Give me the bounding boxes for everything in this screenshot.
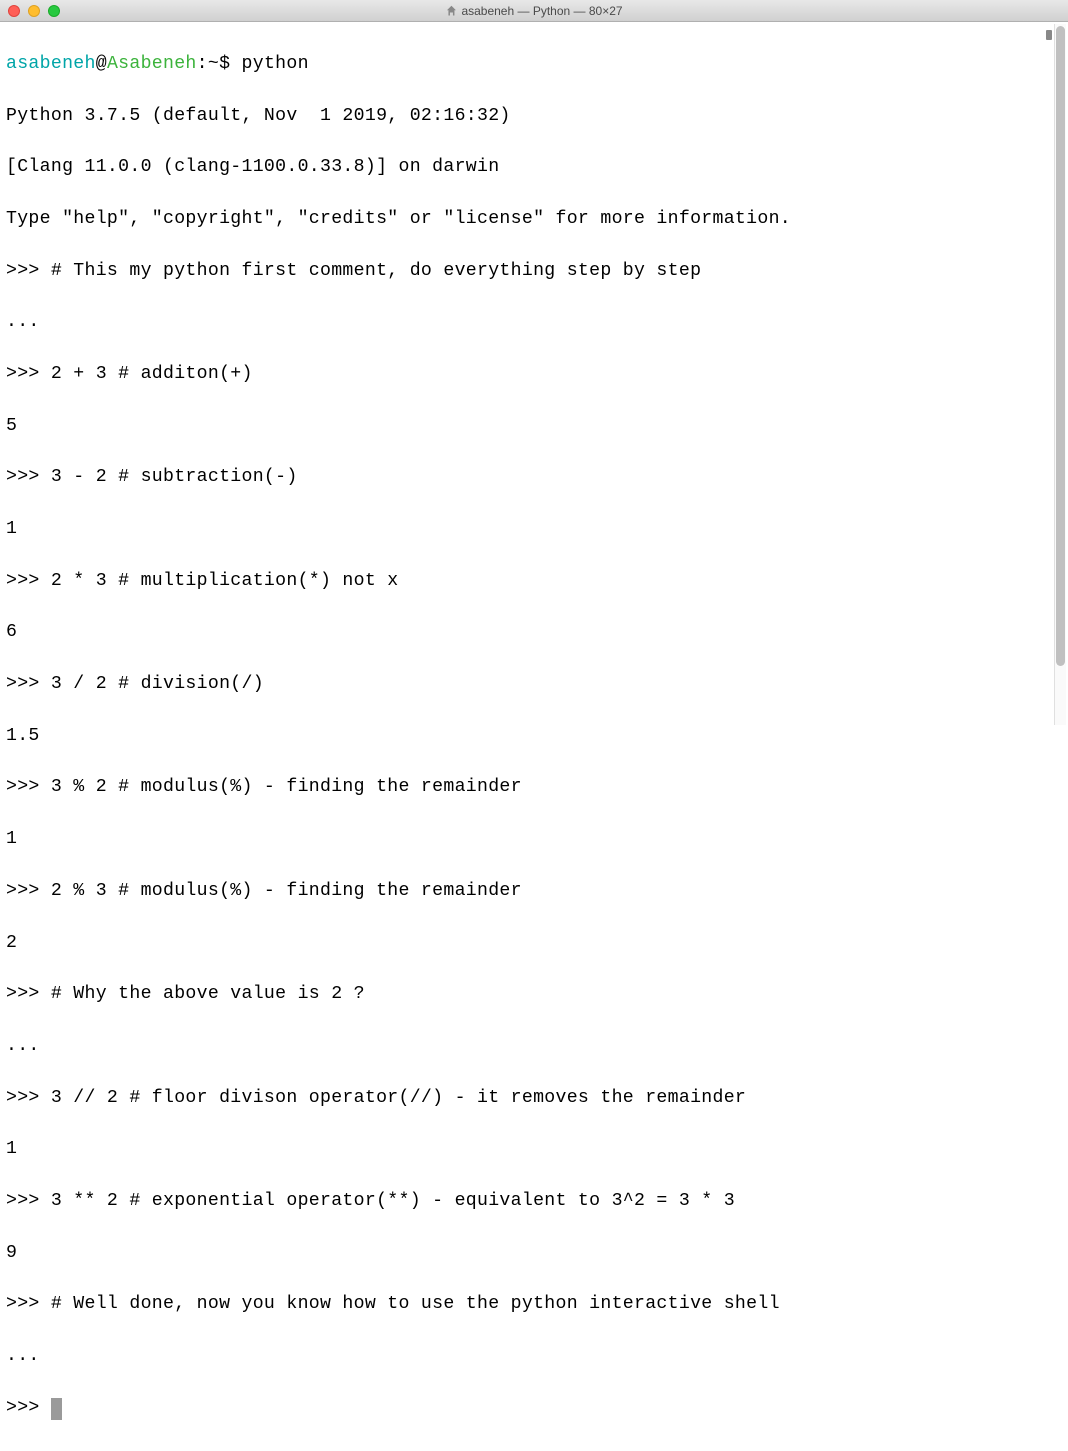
repl-line: >>> # This my python first comment, do e… xyxy=(6,259,1062,285)
repl-line: >>> # Well done, now you know how to use… xyxy=(6,1292,1062,1318)
traffic-lights xyxy=(0,5,60,17)
repl-result: 1 xyxy=(6,1137,1062,1163)
repl-prompt-current[interactable]: >>> xyxy=(6,1396,1062,1422)
scrollbar[interactable] xyxy=(1054,24,1066,725)
titlebar: asabeneh — Python — 80×27 xyxy=(0,0,1068,22)
repl-line: ... xyxy=(6,310,1062,336)
repl-result: 1.5 xyxy=(6,724,1062,750)
scroll-indicator xyxy=(1046,30,1052,40)
maximize-button[interactable] xyxy=(48,5,60,17)
output-line: Python 3.7.5 (default, Nov 1 2019, 02:16… xyxy=(6,104,1062,130)
repl-line: >>> 3 // 2 # floor divison operator(//) … xyxy=(6,1086,1062,1112)
repl-result: 2 xyxy=(6,931,1062,957)
repl-prompt-text: >>> xyxy=(6,1398,51,1418)
repl-result: 5 xyxy=(6,414,1062,440)
output-line: [Clang 11.0.0 (clang-1100.0.33.8)] on da… xyxy=(6,155,1062,181)
repl-line: >>> 3 % 2 # modulus(%) - finding the rem… xyxy=(6,775,1062,801)
prompt-command: python xyxy=(242,54,309,74)
home-icon xyxy=(445,5,457,17)
minimize-button[interactable] xyxy=(28,5,40,17)
repl-line: >>> 3 ** 2 # exponential operator(**) - … xyxy=(6,1189,1062,1215)
repl-line: >>> 3 - 2 # subtraction(-) xyxy=(6,465,1062,491)
prompt-colon: : xyxy=(197,54,208,74)
prompt-line: asabeneh@Asabeneh:~$ python xyxy=(6,52,1062,78)
repl-line: >>> 3 / 2 # division(/) xyxy=(6,672,1062,698)
repl-line: >>> 2 + 3 # additon(+) xyxy=(6,362,1062,388)
repl-result: 9 xyxy=(6,1241,1062,1267)
repl-line: ... xyxy=(6,1344,1062,1370)
terminal-content[interactable]: asabeneh@Asabeneh:~$ python Python 3.7.5… xyxy=(0,22,1068,1451)
repl-line: ... xyxy=(6,1034,1062,1060)
scrollbar-thumb[interactable] xyxy=(1056,26,1065,666)
output-line: Type "help", "copyright", "credits" or "… xyxy=(6,207,1062,233)
repl-result: 1 xyxy=(6,827,1062,853)
prompt-at: @ xyxy=(96,54,107,74)
window-title: asabeneh — Python — 80×27 xyxy=(445,4,622,18)
prompt-host: Asabeneh xyxy=(107,54,197,74)
cursor xyxy=(51,1398,62,1420)
repl-line: >>> 2 % 3 # modulus(%) - finding the rem… xyxy=(6,879,1062,905)
repl-line: >>> 2 * 3 # multiplication(*) not x xyxy=(6,569,1062,595)
prompt-dollar: $ xyxy=(219,54,241,74)
repl-result: 6 xyxy=(6,620,1062,646)
repl-result: 1 xyxy=(6,517,1062,543)
prompt-user: asabeneh xyxy=(6,54,96,74)
window-title-text: asabeneh — Python — 80×27 xyxy=(461,4,622,18)
close-button[interactable] xyxy=(8,5,20,17)
prompt-path: ~ xyxy=(208,54,219,74)
repl-line: >>> # Why the above value is 2 ? xyxy=(6,982,1062,1008)
